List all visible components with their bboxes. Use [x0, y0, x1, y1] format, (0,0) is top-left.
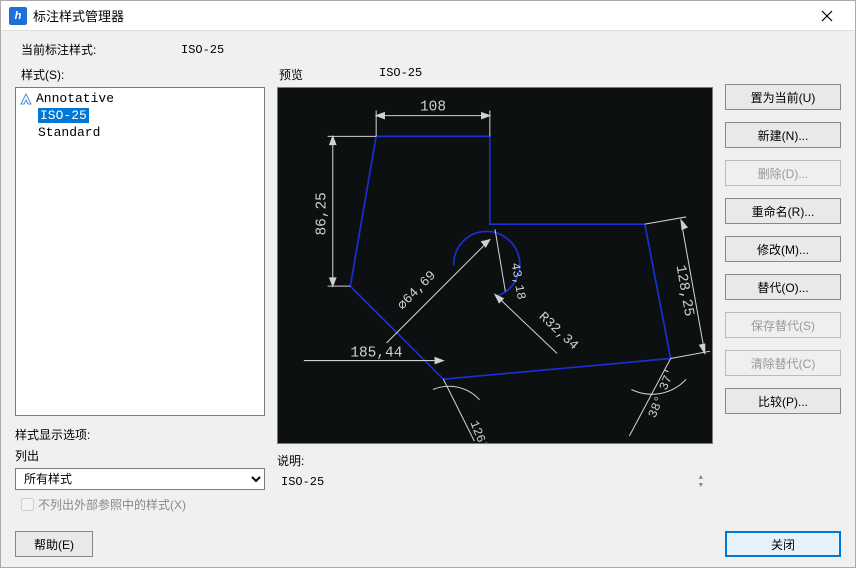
- center-column: 预览 ISO-25: [277, 66, 713, 513]
- dim-text: 86,25: [315, 192, 331, 235]
- annotative-icon: [20, 93, 32, 105]
- app-icon: h: [9, 7, 27, 25]
- exclude-xref-checkbox[interactable]: [21, 498, 34, 511]
- list-item[interactable]: ISO-25: [18, 107, 262, 124]
- dim-text: ⌀64,69: [395, 269, 440, 314]
- save-override-button[interactable]: 保存替代(S): [725, 312, 841, 338]
- description-box: ISO-25 ▲ ▼: [277, 471, 713, 513]
- styles-label: 样式(S):: [15, 66, 265, 83]
- help-button[interactable]: 帮助(E): [15, 531, 93, 557]
- main-area: 样式(S): Annotative ISO-25 Standar: [15, 66, 841, 513]
- dim-text: 126° 17': [466, 419, 501, 443]
- style-filter-select[interactable]: 所有样式: [15, 468, 265, 490]
- list-item-text: Annotative: [36, 91, 114, 106]
- rename-button[interactable]: 重命名(R)...: [725, 198, 841, 224]
- dim-text: R32,34: [535, 310, 581, 354]
- dim-text: 108: [420, 100, 446, 116]
- modify-button[interactable]: 修改(M)...: [725, 236, 841, 262]
- current-style-value: ISO-25: [181, 43, 224, 57]
- left-column: 样式(S): Annotative ISO-25 Standar: [15, 66, 265, 513]
- dim-text: 128,25: [672, 264, 697, 318]
- close-icon: [821, 10, 833, 22]
- display-options-label: 样式显示选项:: [15, 426, 265, 443]
- dimension-preview-svg: 108 86,25: [278, 88, 712, 443]
- spinner-up[interactable]: ▲: [699, 475, 703, 481]
- checkbox-label: 不列出外部参照中的样式(X): [38, 496, 186, 513]
- dialog-window: h 标注样式管理器 当前标注样式: ISO-25 样式(S): Annotati…: [0, 0, 856, 568]
- set-current-button[interactable]: 置为当前(U): [725, 84, 841, 110]
- dialog-footer: 帮助(E) 关闭: [1, 523, 855, 567]
- list-item-text: ISO-25: [38, 108, 89, 123]
- display-options: 样式显示选项: 列出 所有样式 不列出外部参照中的样式(X): [15, 426, 265, 513]
- dim-text: 185,44: [350, 345, 402, 361]
- list-item-text: Standard: [38, 125, 100, 140]
- list-item[interactable]: Annotative: [18, 90, 262, 107]
- checkbox-row: 不列出外部参照中的样式(X): [15, 496, 265, 513]
- window-title: 标注样式管理器: [33, 6, 807, 25]
- window-close-button[interactable]: [807, 2, 847, 30]
- preview-style-name: ISO-25: [379, 66, 422, 83]
- dim-text: 43,18: [508, 262, 528, 301]
- styles-listbox[interactable]: Annotative ISO-25 Standard: [15, 87, 265, 416]
- description-label: 说明:: [277, 452, 713, 469]
- new-button[interactable]: 新建(N)...: [725, 122, 841, 148]
- override-button[interactable]: 替代(O)...: [725, 274, 841, 300]
- preview-header: 预览 ISO-25: [277, 66, 713, 83]
- right-column: 置为当前(U) 新建(N)... 删除(D)... 重命名(R)... 修改(M…: [725, 66, 841, 513]
- dialog-body: 当前标注样式: ISO-25 样式(S): Annotative ISO-25: [1, 31, 855, 523]
- list-item[interactable]: Standard: [18, 124, 262, 141]
- dim-text: 38° 37': [646, 366, 678, 420]
- preview-label: 预览: [279, 66, 379, 83]
- description-text: ISO-25: [281, 475, 324, 489]
- close-button[interactable]: 关闭: [725, 531, 841, 557]
- clear-override-button[interactable]: 清除替代(C): [725, 350, 841, 376]
- delete-button[interactable]: 删除(D)...: [725, 160, 841, 186]
- current-style-row: 当前标注样式: ISO-25: [15, 41, 841, 58]
- titlebar: h 标注样式管理器: [1, 1, 855, 31]
- spinner-down[interactable]: ▼: [699, 483, 703, 489]
- list-label: 列出: [15, 447, 265, 464]
- compare-button[interactable]: 比较(P)...: [725, 388, 841, 414]
- preview-canvas: 108 86,25: [277, 87, 713, 444]
- current-style-label: 当前标注样式:: [21, 41, 181, 58]
- description-spinner: ▲ ▼: [699, 475, 703, 489]
